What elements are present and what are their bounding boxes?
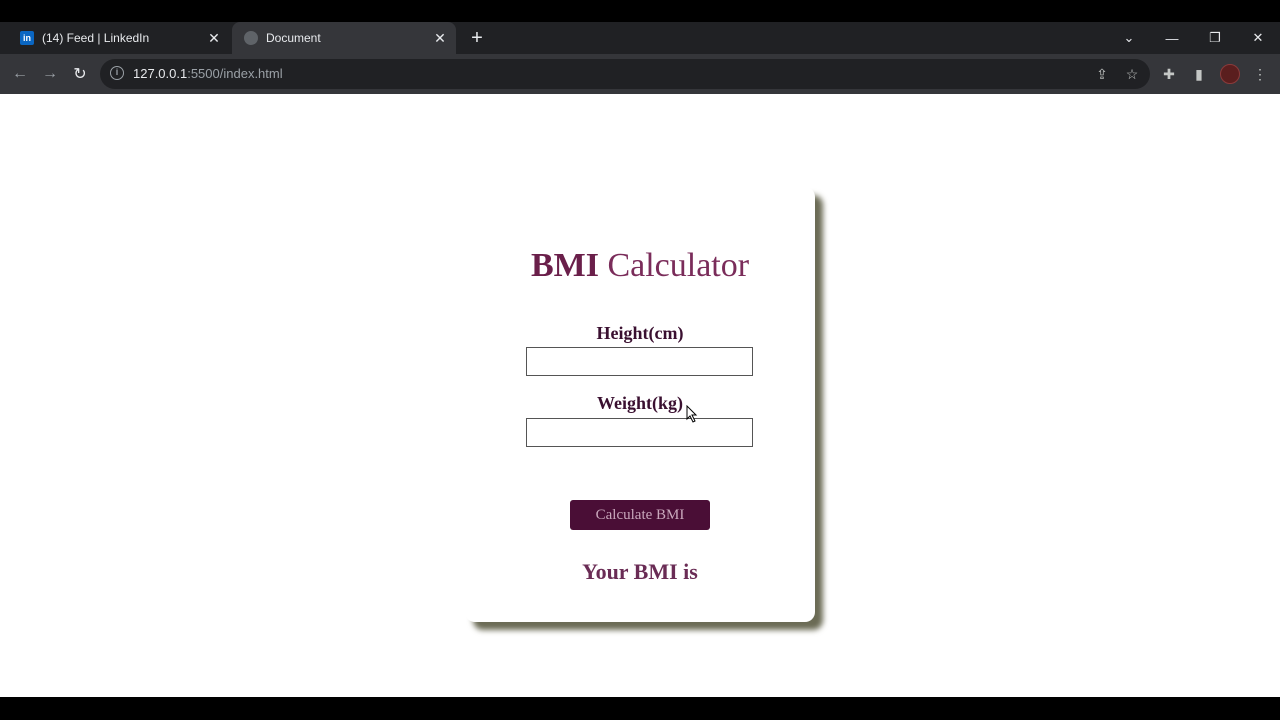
mouse-cursor-icon <box>686 405 698 423</box>
url-text: 127.0.0.1:5500/index.html <box>133 66 283 81</box>
browser-toolbar: ← → ↻ i 127.0.0.1:5500/index.html ⇪ ☆ ✚ … <box>0 54 1280 94</box>
height-input[interactable] <box>526 347 753 376</box>
side-panel-icon[interactable]: ▮ <box>1187 62 1211 86</box>
calculate-bmi-button[interactable]: Calculate BMI <box>570 500 710 530</box>
weight-label: Weight(kg) <box>596 393 683 413</box>
height-label: Height(cm) <box>596 323 684 343</box>
page-title: BMI Calculator <box>530 247 750 284</box>
bmi-card: BMI Calculator Height(cm) Weight(kg) Cal… <box>465 187 815 622</box>
close-tab-icon[interactable]: ✕ <box>430 30 450 47</box>
forward-icon[interactable]: → <box>38 62 62 86</box>
new-tab-button[interactable]: + <box>466 22 488 54</box>
page-content: BMI Calculator Height(cm) Weight(kg) Cal… <box>0 94 1280 697</box>
site-info-icon[interactable]: i <box>110 66 124 80</box>
extensions-icon[interactable]: ✚ <box>1157 62 1181 86</box>
minimize-icon[interactable]: — <box>1152 22 1192 54</box>
globe-icon <box>244 31 258 45</box>
tab-linkedin[interactable]: in (14) Feed | LinkedIn ✕ <box>8 22 230 54</box>
reload-icon[interactable]: ↻ <box>68 62 92 86</box>
weight-input[interactable] <box>526 418 753 447</box>
bookmark-star-icon[interactable]: ☆ <box>1120 62 1144 86</box>
tab-title: (14) Feed | LinkedIn <box>42 31 150 45</box>
linkedin-icon: in <box>20 31 34 45</box>
close-window-icon[interactable]: ✕ <box>1238 22 1278 54</box>
menu-icon[interactable]: ⋮ <box>1248 62 1272 86</box>
tab-strip: in (14) Feed | LinkedIn ✕ Document ✕ + ⌄… <box>0 22 1280 54</box>
screen-top-border <box>0 0 1280 22</box>
share-icon[interactable]: ⇪ <box>1090 62 1114 86</box>
restore-icon[interactable]: ❐ <box>1195 22 1235 54</box>
tab-search-icon[interactable]: ⌄ <box>1109 22 1149 54</box>
tab-document[interactable]: Document ✕ <box>232 22 456 54</box>
close-tab-icon[interactable]: ✕ <box>204 30 224 47</box>
tab-title: Document <box>266 31 321 45</box>
screen-bottom-border <box>0 697 1280 720</box>
back-icon[interactable]: ← <box>8 62 32 86</box>
address-bar[interactable]: i 127.0.0.1:5500/index.html <box>100 59 1150 89</box>
bmi-result: Your BMI is <box>582 559 698 584</box>
profile-avatar[interactable] <box>1220 64 1240 84</box>
